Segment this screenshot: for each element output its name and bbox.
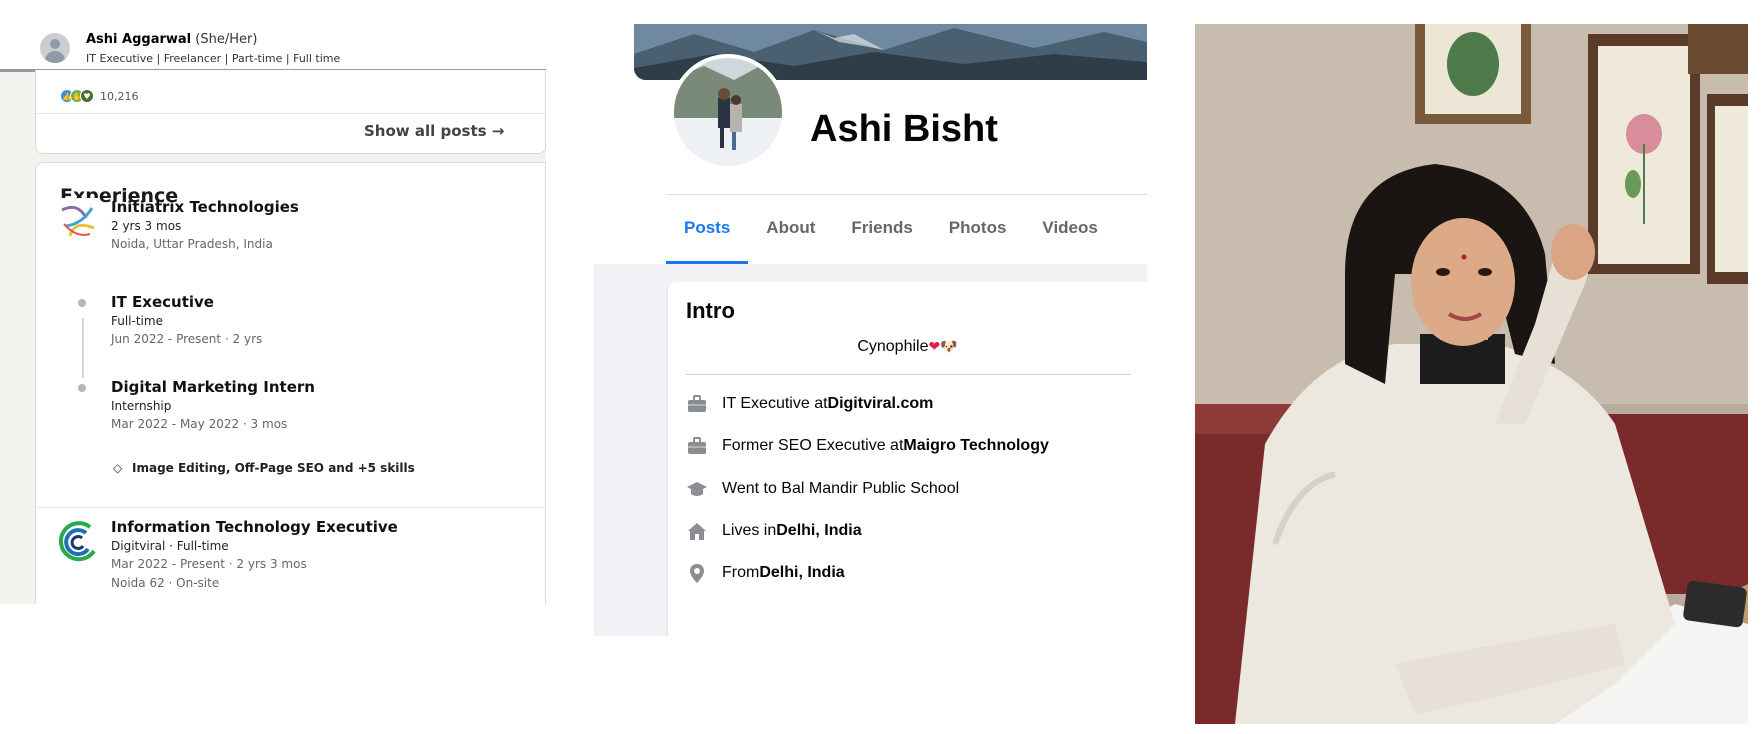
profile-name: Ashi Bisht	[810, 108, 998, 150]
briefcase-icon	[688, 437, 706, 454]
profile-photo	[674, 58, 782, 166]
briefcase-icon	[688, 395, 706, 412]
reaction-count: 10,216	[100, 89, 139, 103]
divider	[36, 113, 545, 114]
role-dates: Mar 2022 - May 2022 · 3 mos	[111, 417, 288, 431]
activity-card: 👍 ✋ ♥ 10,216 Show all posts →	[35, 70, 546, 154]
intro-bio: Cynophile❤🐶	[668, 338, 1147, 356]
intro-row-work: IT Executive at Digitviral.com	[686, 392, 933, 416]
intro-card: Intro Cynophile❤🐶 IT Executive at Digitv…	[668, 282, 1147, 636]
work-link[interactable]: Digitviral.com	[828, 395, 934, 413]
tab-about[interactable]: About	[748, 195, 833, 261]
intro-title: Intro	[686, 298, 735, 323]
profile-headline: IT Executive | Freelancer | Part-time | …	[86, 52, 341, 65]
timeline-dot	[78, 384, 86, 392]
bio-text: Cynophile	[857, 338, 929, 355]
intro-row-education: Went to Bal Mandir Public School	[686, 477, 959, 501]
location-pin-icon	[690, 564, 704, 583]
profile-pronouns: (She/Her)	[195, 32, 258, 47]
support-reaction-icon: ♥	[80, 89, 94, 103]
position-dates: Mar 2022 - Present · 2 yrs 3 mos	[111, 557, 307, 571]
work-prefix: IT Executive at	[722, 395, 828, 412]
role-dates: Jun 2022 - Present · 2 yrs	[111, 332, 263, 346]
lives-in-prefix: Lives in	[722, 522, 777, 539]
intro-row-former-work: Former SEO Executive at Maigro Technolog…	[686, 434, 1049, 458]
avatar[interactable]	[40, 33, 70, 63]
position-title[interactable]: Information Technology Executive	[111, 518, 398, 536]
heart-icon: ❤	[928, 338, 941, 354]
graduation-cap-icon	[687, 482, 707, 496]
profile-picture[interactable]	[670, 54, 786, 170]
role-employment-type: Full-time	[111, 314, 163, 328]
lives-in-link[interactable]: Delhi, India	[776, 522, 861, 540]
intro-row-lives-in: Lives in Delhi, India	[686, 519, 862, 543]
divider	[35, 507, 546, 508]
intro-row-from: From Delhi, India	[686, 561, 845, 585]
profile-header: Ashi Bisht Posts About Friends Photos Vi…	[594, 24, 1147, 264]
linkedin-profile-panel: Ashi Aggarwal (She/Her) IT Executive | F…	[0, 0, 546, 604]
profile-sticky-header: Ashi Aggarwal (She/Her) IT Executive | F…	[0, 0, 546, 72]
former-work-prefix: Former SEO Executive at	[722, 437, 904, 454]
portrait-photo	[1195, 24, 1748, 724]
initiatrix-logo-icon[interactable]	[56, 198, 100, 242]
divider	[686, 374, 1131, 375]
from-prefix: From	[722, 564, 760, 581]
tab-posts[interactable]: Posts	[666, 195, 749, 264]
position-location: Noida 62 · On-site	[111, 576, 220, 590]
company-location: Noida, Uttar Pradesh, India	[111, 237, 273, 251]
company-duration: 2 yrs 3 mos	[111, 219, 182, 233]
role-title[interactable]: Digital Marketing Intern	[111, 378, 315, 396]
timeline-line	[82, 318, 84, 378]
dog-icon: 🐶	[940, 338, 958, 354]
avatar-placeholder-head	[50, 39, 60, 49]
facebook-profile-panel: Ashi Bisht Posts About Friends Photos Vi…	[594, 24, 1147, 636]
from-link[interactable]: Delhi, India	[759, 564, 844, 582]
digitviral-logo-icon[interactable]	[56, 519, 100, 563]
company-name[interactable]: Initiatrix Technologies	[111, 198, 299, 216]
home-icon	[688, 523, 706, 540]
role-employment-type: Internship	[111, 399, 172, 413]
education-text[interactable]: Went to Bal Mandir Public School	[722, 480, 959, 498]
tab-videos[interactable]: Videos	[1024, 195, 1115, 261]
avatar-placeholder-body	[45, 51, 65, 63]
timeline-dot	[78, 299, 86, 307]
role-title[interactable]: IT Executive	[111, 293, 214, 311]
show-all-posts-button[interactable]: Show all posts →	[364, 122, 504, 140]
tab-photos[interactable]: Photos	[931, 195, 1025, 261]
profile-tabs: Posts About Friends Photos Videos	[666, 195, 1116, 264]
reactions-summary[interactable]: 👍 ✋ ♥ 10,216	[60, 88, 139, 104]
diamond-skills-icon: ◇	[113, 461, 123, 475]
company-line: Digitviral · Full-time	[111, 539, 229, 553]
former-work-link[interactable]: Maigro Technology	[903, 437, 1048, 455]
profile-name-line: Ashi Aggarwal (She/Her)	[86, 32, 257, 47]
tab-friends[interactable]: Friends	[833, 195, 930, 261]
profile-name[interactable]: Ashi Aggarwal	[86, 32, 191, 47]
role-skills-link[interactable]: Image Editing, Off-Page SEO and +5 skill…	[132, 461, 415, 475]
